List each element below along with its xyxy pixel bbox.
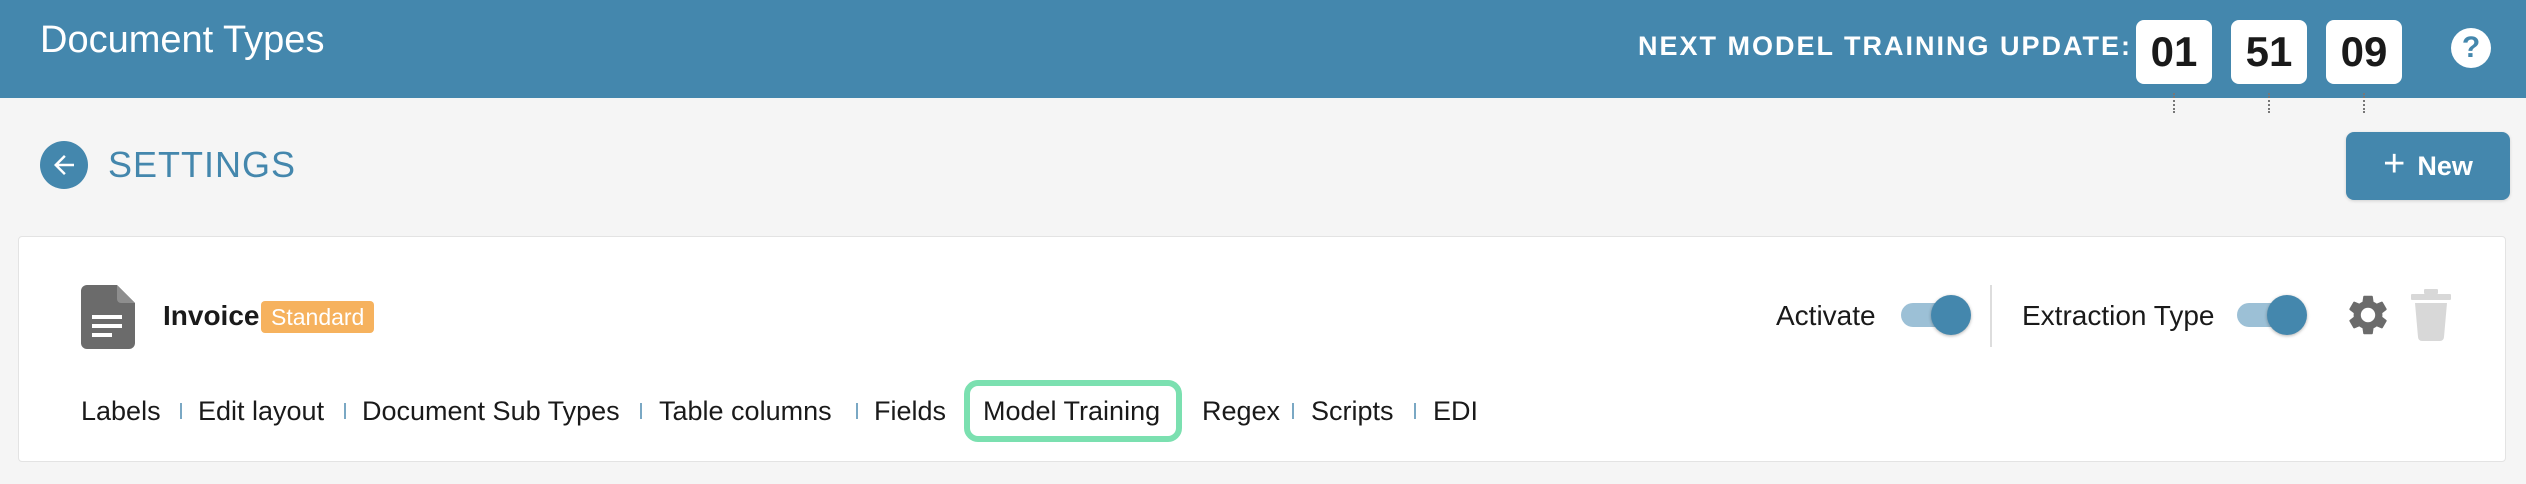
arrow-left-icon [54, 155, 74, 175]
back-button[interactable] [40, 141, 88, 189]
countdown-tick-mark [2173, 93, 2177, 113]
tab-separator [1414, 403, 1416, 419]
tab-table-columns[interactable]: Table columns [659, 386, 832, 436]
tab-edi[interactable]: EDI [1433, 386, 1478, 436]
standard-badge: Standard [261, 301, 375, 333]
tab-fields[interactable]: Fields [874, 386, 946, 436]
tab-regex[interactable]: Regex [1202, 386, 1280, 436]
document-type-tabs: Labels Edit layout Document Sub Types Ta… [19, 386, 2505, 436]
top-bar: Document Types NEXT MODEL TRAINING UPDAT… [0, 0, 2526, 98]
trash-icon[interactable] [2411, 289, 2451, 341]
toggle-knob [2267, 295, 2307, 335]
new-button-label: New [2417, 150, 2473, 181]
tab-scripts[interactable]: Scripts [1311, 386, 1394, 436]
tab-separator [856, 403, 858, 419]
countdown-hours: 01 [2136, 20, 2212, 84]
help-icon[interactable]: ? [2451, 28, 2491, 68]
tab-edit-layout[interactable]: Edit layout [198, 386, 324, 436]
plus-icon: + [2383, 143, 2406, 185]
tab-document-sub-types[interactable]: Document Sub Types [362, 386, 620, 436]
countdown-minutes: 51 [2231, 20, 2307, 84]
document-type-card: Invoice Standard Activate Extraction Typ… [18, 236, 2506, 462]
toggle-knob [1931, 295, 1971, 335]
activate-label: Activate [1776, 300, 1876, 331]
document-type-name: Invoice [163, 300, 260, 331]
extraction-type-toggle[interactable] [2237, 291, 2307, 339]
activate-toggle[interactable] [1901, 291, 1971, 339]
tab-labels[interactable]: Labels [81, 386, 161, 436]
tab-separator [344, 403, 346, 419]
tab-separator [640, 403, 642, 419]
tab-separator [1292, 403, 1294, 419]
countdown-label: NEXT MODEL TRAINING UPDATE: [1638, 31, 2133, 61]
extraction-type-label: Extraction Type [2022, 300, 2215, 331]
countdown-tick-mark [2363, 93, 2367, 113]
tab-model-training[interactable]: Model Training [983, 386, 1160, 436]
document-icon [81, 285, 135, 349]
page-header-title: Document Types [40, 19, 325, 61]
gear-icon[interactable] [2344, 291, 2392, 339]
new-button[interactable]: + New [2346, 132, 2510, 200]
countdown-tick-mark [2268, 93, 2272, 113]
countdown-seconds: 09 [2326, 20, 2402, 84]
tab-separator [180, 403, 182, 419]
divider [1990, 285, 1992, 347]
settings-title: SETTINGS [108, 144, 297, 185]
